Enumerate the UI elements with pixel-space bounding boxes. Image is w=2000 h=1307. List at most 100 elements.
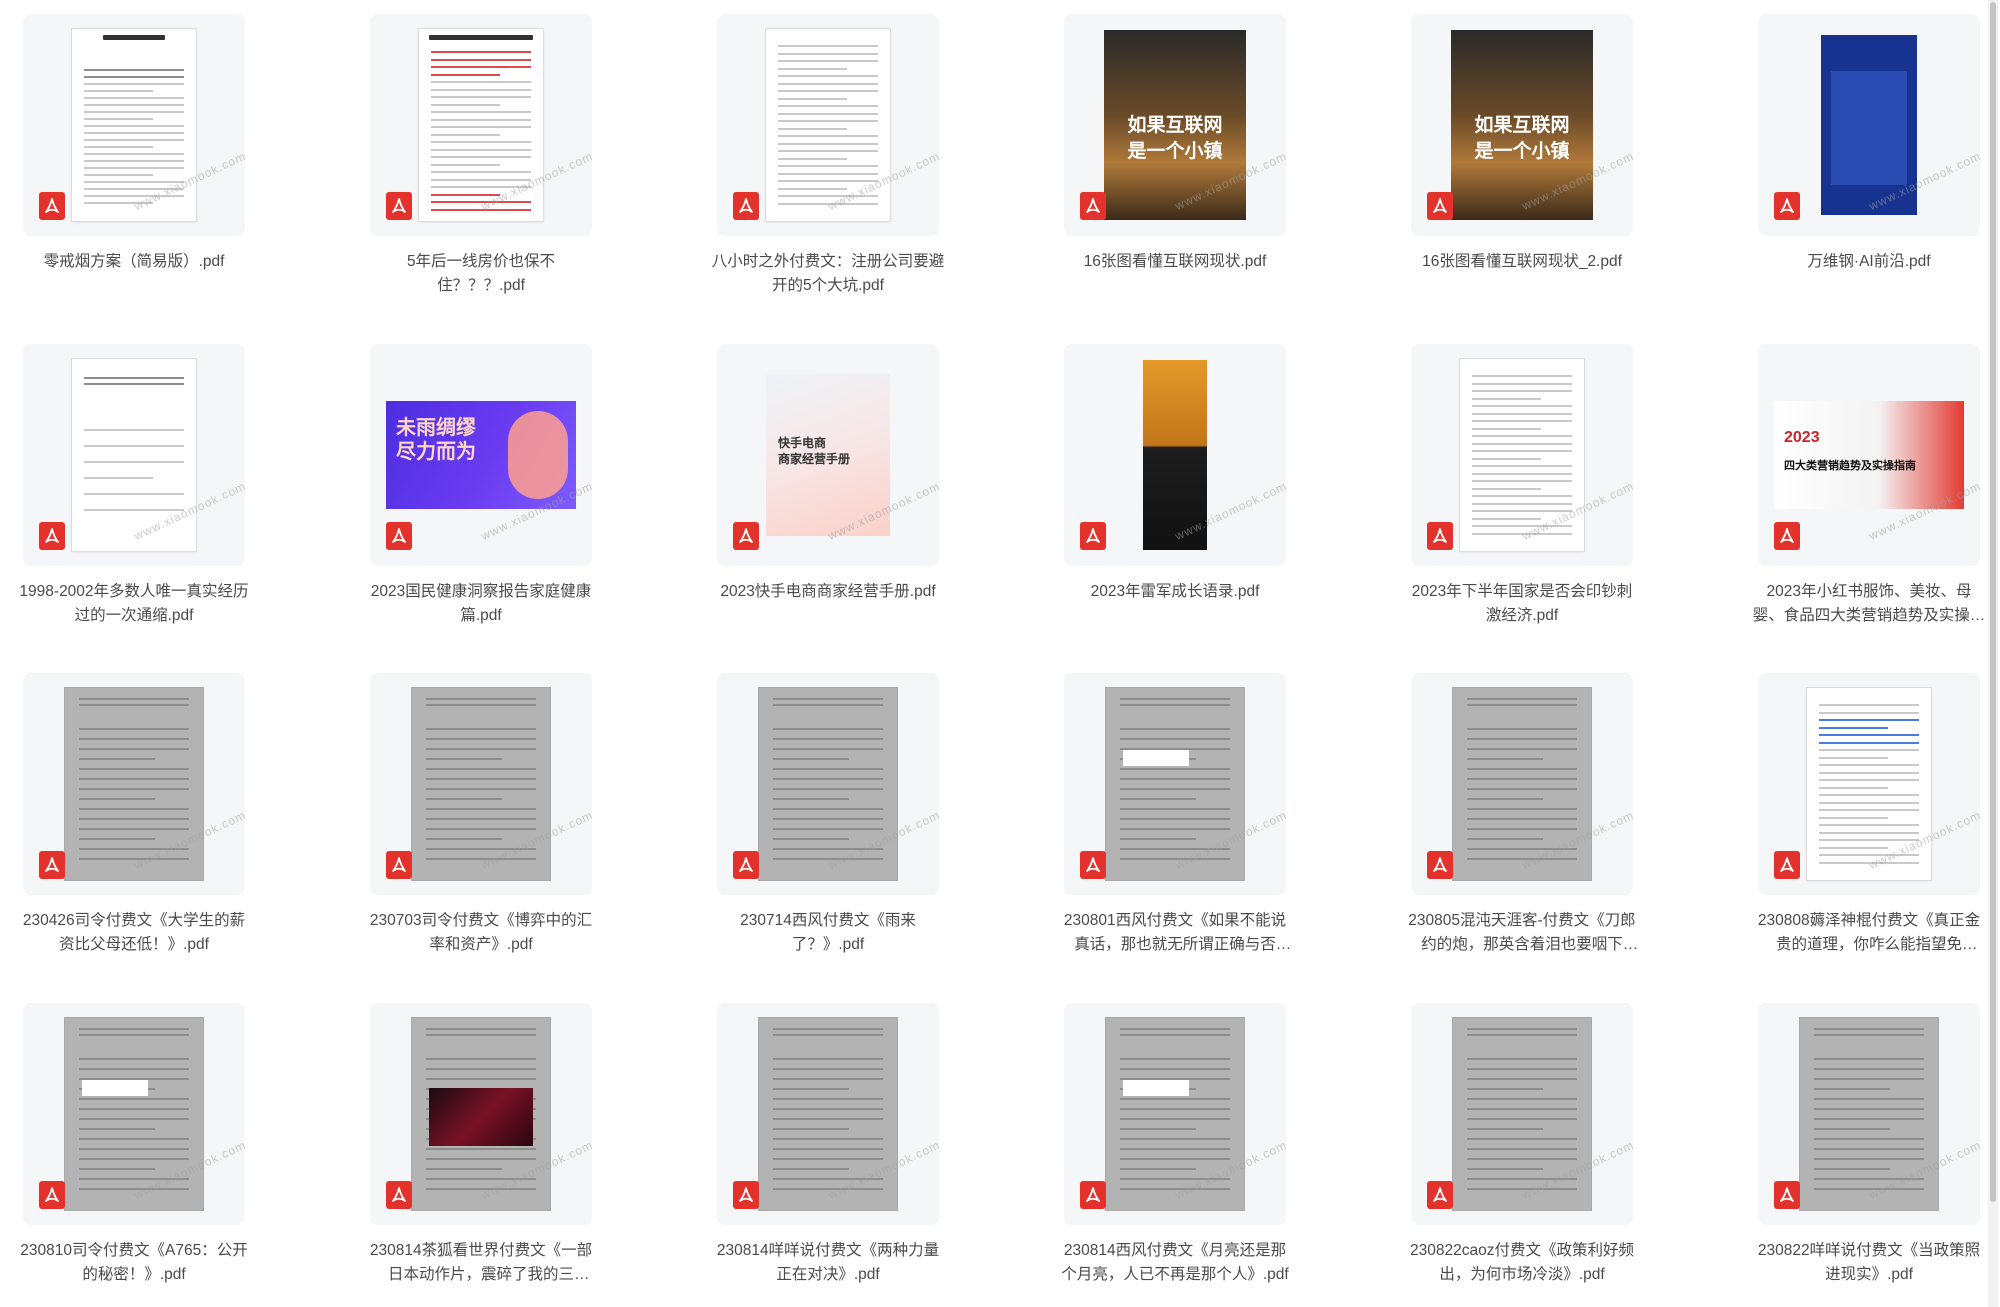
file-name[interactable]: 230814茶狐看世界付费文《一部日本动作片，震碎了我的三观》.pdf xyxy=(364,1239,598,1287)
file-name[interactable]: 230714西风付费文《雨来了？》.pdf xyxy=(711,909,945,957)
text-line xyxy=(1813,1108,1925,1110)
file-thumbnail[interactable]: www.xiaomook.com xyxy=(370,1003,592,1225)
text-line xyxy=(772,1098,884,1100)
text-line xyxy=(1472,457,1541,460)
file-item[interactable]: www.xiaomook.com 230808薅泽神棍付费文《真正金贵的道理，你咋… xyxy=(1758,673,1980,953)
file-thumbnail[interactable]: www.xiaomook.com xyxy=(717,1003,939,1225)
text-line xyxy=(1119,1108,1231,1110)
text-line xyxy=(1119,778,1231,780)
file-thumbnail[interactable]: www.xiaomook.com xyxy=(1064,673,1286,895)
file-item[interactable]: www.xiaomook.com 230814茶狐看世界付费文《一部日本动作片，震… xyxy=(370,1003,592,1283)
scrollbar-thumb[interactable] xyxy=(1990,2,1996,1202)
file-name[interactable]: 16张图看懂互联网现状.pdf xyxy=(1058,250,1292,274)
text-line xyxy=(78,818,190,820)
file-name[interactable]: 230814咩咩说付费文《两种力量正在对决》.pdf xyxy=(711,1239,945,1287)
file-item[interactable]: www.xiaomook.com 5年后一线房价也保不住？？？.pdf xyxy=(370,14,592,294)
text-line xyxy=(431,96,531,98)
file-name[interactable]: 230822caoz付费文《政策利好频出，为何市场冷淡》.pdf xyxy=(1405,1239,1639,1287)
file-item[interactable]: www.xiaomook.com 230814西风付费文《月亮还是那个月亮，人已不… xyxy=(1061,1003,1289,1283)
file-thumbnail[interactable]: www.xiaomook.com xyxy=(23,14,245,236)
file-thumbnail[interactable]: www.xiaomook.com xyxy=(717,14,939,236)
file-thumbnail[interactable]: www.xiaomook.com xyxy=(1411,673,1633,895)
file-item[interactable]: www.xiaomook.com 八小时之外付费文：注册公司要避开的5个大坑.pd… xyxy=(712,14,944,294)
file-item[interactable]: 未雨绸缪 尽力而为 www.xiaomook.com 2023国民健康洞察报告家庭健康… xyxy=(370,344,592,624)
file-item[interactable]: 快手电商 商家经营手册 www.xiaomook.com 2023快手电商商家经营手册… xyxy=(717,344,939,604)
vertical-scrollbar[interactable] xyxy=(1988,0,1998,1307)
file-item[interactable]: www.xiaomook.com 230822caoz付费文《政策利好频出，为何市… xyxy=(1410,1003,1634,1283)
file-name[interactable]: 零戒烟方案（简易版）.pdf xyxy=(17,250,251,274)
file-name[interactable]: 5年后一线房价也保不住？？？.pdf xyxy=(364,250,598,298)
file-thumbnail[interactable]: www.xiaomook.com xyxy=(370,673,592,895)
file-item[interactable]: www.xiaomook.com 230822咩咩说付费文《当政策照进现实》.pd… xyxy=(1758,1003,1980,1283)
text-line xyxy=(1472,502,1572,505)
file-item[interactable]: www.xiaomook.com 万维钢·AI前沿.pdf xyxy=(1758,14,1980,274)
text-line xyxy=(1466,778,1578,780)
text-line xyxy=(778,172,878,175)
file-name[interactable]: 2023快手电商商家经营手册.pdf xyxy=(711,580,945,604)
file-item[interactable]: www.xiaomook.com 2023年雷军成长语录.pdf xyxy=(1064,344,1286,604)
text-line xyxy=(425,768,537,770)
file-name[interactable]: 1998-2002年多数人唯一真实经历过的一次通缩.pdf xyxy=(17,580,251,628)
file-name[interactable]: 万维钢·AI前沿.pdf xyxy=(1752,250,1986,274)
file-item[interactable]: www.xiaomook.com 2023年下半年国家是否会印钞刺激经济.pdf xyxy=(1411,344,1633,624)
text-line xyxy=(1466,1078,1578,1080)
file-item[interactable]: www.xiaomook.com 230805混沌天涯客-付费文《刀郎约的炮，那英… xyxy=(1408,673,1636,953)
cover-panel xyxy=(1831,71,1907,185)
file-thumbnail[interactable]: www.xiaomook.com xyxy=(1411,1003,1633,1225)
file-name[interactable]: 2023年下半年国家是否会印钞刺激经济.pdf xyxy=(1405,580,1639,628)
file-name[interactable]: 2023年雷军成长语录.pdf xyxy=(1058,580,1292,604)
file-item[interactable]: www.xiaomook.com 230703司令付费文《博弈中的汇率和资产》.p… xyxy=(370,673,592,953)
text-line xyxy=(84,104,184,106)
file-name[interactable]: 230703司令付费文《博弈中的汇率和资产》.pdf xyxy=(364,909,598,957)
file-item[interactable]: www.xiaomook.com 230810司令付费文《A765：公开的秘密！》… xyxy=(20,1003,248,1283)
file-name[interactable]: 230801西风付费文《如果不能说真话，那也就无所谓正确与否了》.pdf xyxy=(1058,909,1292,957)
file-name[interactable]: 2023年小红书服饰、美妆、母婴、食品四大类营销趋势及实操指南.pdf xyxy=(1752,580,1986,628)
file-thumbnail[interactable]: www.xiaomook.com xyxy=(23,673,245,895)
file-name[interactable]: 230814西风付费文《月亮还是那个月亮，人已不再是那个人》.pdf xyxy=(1058,1239,1292,1287)
file-thumbnail[interactable]: 快手电商 商家经营手册 www.xiaomook.com xyxy=(717,344,939,566)
text-line xyxy=(1466,788,1578,790)
file-thumbnail[interactable]: 未雨绸缪 尽力而为 www.xiaomook.com xyxy=(370,344,592,566)
file-name[interactable]: 230805混沌天涯客-付费文《刀郎约的炮，那英含着泪也要咽下去》.pdf xyxy=(1405,909,1639,957)
file-thumbnail[interactable]: 如果互联网 是一个小镇 www.xiaomook.com xyxy=(1411,14,1633,236)
file-item[interactable]: www.xiaomook.com 1998-2002年多数人唯一真实经历过的一次通… xyxy=(19,344,249,624)
text-line xyxy=(772,838,849,840)
file-item[interactable]: 如果互联网 是一个小镇 www.xiaomook.com 16张图看懂互联网现状.pd… xyxy=(1064,14,1286,274)
file-item[interactable]: 2023 四大类营销趋势及实操指南 www.xiaomook.com 2023年小红书… xyxy=(1753,344,1985,624)
file-name[interactable]: 230822咩咩说付费文《当政策照进现实》.pdf xyxy=(1752,1239,1986,1287)
file-name[interactable]: 16张图看懂互联网现状_2.pdf xyxy=(1405,250,1639,274)
file-item[interactable]: www.xiaomook.com 230801西风付费文《如果不能说真话，那也就无… xyxy=(1064,673,1286,953)
file-thumbnail[interactable]: 2023 四大类营销趋势及实操指南 www.xiaomook.com xyxy=(1758,344,1980,566)
file-thumbnail[interactable]: www.xiaomook.com xyxy=(717,673,939,895)
text-line xyxy=(772,768,884,770)
file-name[interactable]: 230426司令付费文《大学生的薪资比父母还低！》.pdf xyxy=(17,909,251,957)
text-line xyxy=(78,788,190,790)
file-name[interactable]: 八小时之外付费文：注册公司要避开的5个大坑.pdf xyxy=(711,250,945,298)
file-name[interactable]: 2023国民健康洞察报告家庭健康篇.pdf xyxy=(364,580,598,628)
pdf-icon xyxy=(386,522,412,550)
file-name[interactable]: 230810司令付费文《A765：公开的秘密！》.pdf xyxy=(17,1239,251,1287)
text-line xyxy=(78,758,155,760)
file-thumbnail[interactable]: www.xiaomook.com xyxy=(23,344,245,566)
file-name[interactable]: 230808薅泽神棍付费文《真正金贵的道理，你咋么能指望免费》.pdf xyxy=(1752,909,1986,957)
file-item[interactable]: www.xiaomook.com 230426司令付费文《大学生的薪资比父母还低！… xyxy=(23,673,245,953)
file-thumbnail[interactable]: www.xiaomook.com xyxy=(23,1003,245,1225)
text-line xyxy=(1472,465,1572,467)
file-item[interactable]: www.xiaomook.com 230714西风付费文《雨来了？》.pdf xyxy=(717,673,939,953)
file-thumbnail[interactable]: www.xiaomook.com xyxy=(1064,344,1286,566)
file-item[interactable]: 如果互联网 是一个小镇 www.xiaomook.com 16张图看懂互联网现状_2.… xyxy=(1411,14,1633,274)
file-thumbnail[interactable]: www.xiaomook.com xyxy=(370,14,592,236)
file-thumbnail[interactable]: www.xiaomook.com xyxy=(1758,673,1980,895)
file-thumbnail[interactable]: 如果互联网 是一个小镇 www.xiaomook.com xyxy=(1064,14,1286,236)
text-line xyxy=(425,788,537,790)
pdf-icon xyxy=(1774,851,1800,879)
text-line xyxy=(772,828,884,830)
file-thumbnail[interactable]: www.xiaomook.com xyxy=(1064,1003,1286,1225)
file-thumbnail[interactable]: www.xiaomook.com xyxy=(1758,1003,1980,1225)
file-item[interactable]: www.xiaomook.com 零戒烟方案（简易版）.pdf xyxy=(23,14,245,274)
file-thumbnail[interactable]: www.xiaomook.com xyxy=(1411,344,1633,566)
file-item[interactable]: www.xiaomook.com 230814咩咩说付费文《两种力量正在对决》.p… xyxy=(717,1003,939,1283)
file-thumbnail[interactable]: www.xiaomook.com xyxy=(1758,14,1980,236)
pdf-icon xyxy=(1080,522,1106,550)
text-line xyxy=(1472,442,1572,445)
